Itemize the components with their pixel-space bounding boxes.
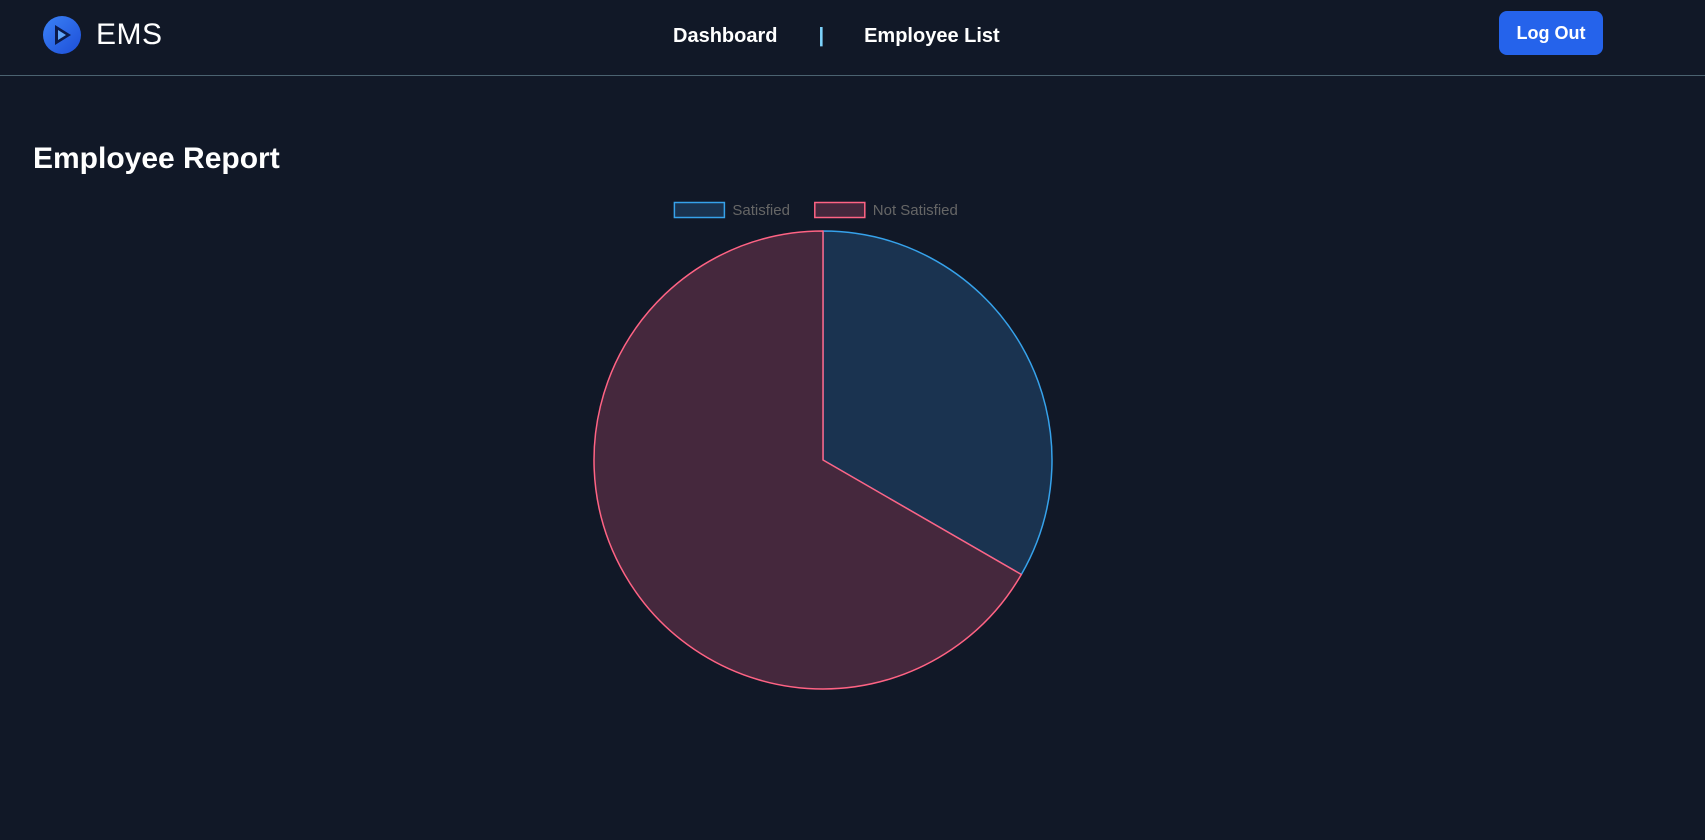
legend-swatch-satisfied[interactable]	[673, 201, 726, 219]
main-nav: Dashboard | Employee List	[673, 22, 1000, 50]
nav-dashboard-link[interactable]: Dashboard	[673, 25, 777, 48]
ems-logo-icon	[43, 16, 81, 54]
brand-name: EMS	[96, 18, 163, 51]
top-navbar: EMS Dashboard | Employee List Log Out	[0, 0, 1705, 76]
pie-slices	[593, 230, 1053, 690]
employee-satisfaction-pie-chart: Satisfied Not Satisfied	[593, 201, 1053, 690]
legend-label-satisfied[interactable]: Satisfied	[732, 202, 790, 219]
brand[interactable]: EMS	[42, 14, 163, 56]
nav-separator: |	[818, 24, 825, 47]
page-title: Employee Report	[33, 142, 280, 175]
chart-legend: Satisfied Not Satisfied	[673, 201, 958, 219]
logout-button[interactable]: Log Out	[1499, 11, 1603, 55]
nav-employee-list-link[interactable]: Employee List	[864, 25, 1000, 48]
legend-label-not-satisfied[interactable]: Not Satisfied	[873, 202, 958, 219]
legend-swatch-not-satisfied[interactable]	[814, 201, 866, 219]
